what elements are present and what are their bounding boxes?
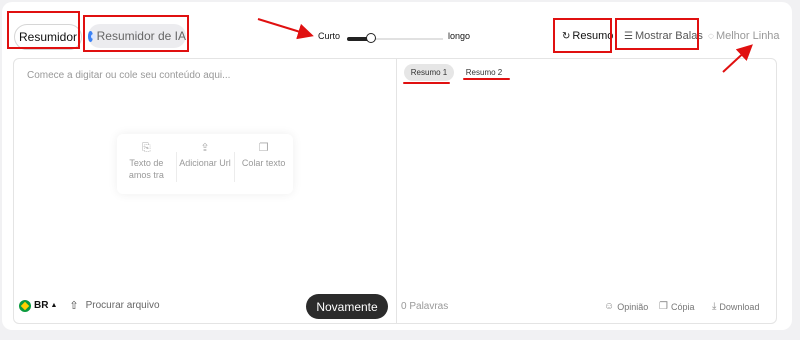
add-url-option[interactable]: ⇪ Adicionar Url	[175, 134, 235, 194]
length-slider-handle[interactable]	[366, 33, 376, 43]
copy-label: Cópia	[670, 301, 695, 312]
document-icon: ⎘	[141, 142, 151, 154]
summarizer-app: Resumidor Resumidor de IA Curto longo ↻ …	[2, 2, 792, 330]
summary-mode-button[interactable]: ↻ Resumo	[562, 30, 613, 42]
again-button[interactable]: Novamente	[306, 294, 388, 319]
ai-badge-icon	[88, 30, 96, 42]
tab-resumo-2-label: Resumo 2	[465, 68, 503, 77]
add-url-label: Adicionar Url	[179, 158, 231, 168]
download-label: Download	[719, 301, 760, 312]
link-upload-icon: ⇪	[200, 142, 210, 154]
tab-resumo-2[interactable]: Resumo 2	[460, 64, 508, 81]
list-icon: ☰	[624, 30, 633, 42]
length-short-label: Curto	[318, 31, 341, 41]
input-footer: BR ▲ ⇧ Procurar arquivo	[19, 299, 160, 312]
brazil-flag-icon	[19, 299, 31, 312]
tab-resumidor[interactable]: Resumidor	[14, 24, 82, 50]
copy-icon: ❐	[659, 301, 668, 312]
browse-file-link[interactable]: Procurar arquivo	[86, 300, 160, 311]
tab-ai-summarizer[interactable]: Resumidor de IA	[88, 24, 186, 48]
paste-text-option[interactable]: ❐ Colar texto	[234, 134, 293, 194]
paste-text-label: Colar texto	[241, 158, 286, 168]
panel-divider	[396, 59, 397, 323]
tab-resumidor-label: Resumidor	[18, 30, 78, 44]
copy-button[interactable]: ❐ Cópia	[659, 301, 694, 312]
feedback-button[interactable]: ☺ Opinião	[604, 301, 648, 312]
feedback-label: Opinião	[617, 301, 649, 312]
upload-icon[interactable]: ⇧	[69, 299, 78, 312]
best-line-mode-button[interactable]: ◌ Melhor Linha	[708, 30, 780, 42]
bullets-mode-label: Mostrar Balas	[634, 30, 703, 42]
sample-text-option[interactable]: ⎘ Texto de amos tra	[117, 134, 176, 194]
best-line-mode-label: Melhor Linha	[715, 30, 780, 42]
again-button-label: Novamente	[316, 299, 378, 314]
check-circle-icon: ◌	[708, 30, 714, 42]
tab-ai-summarizer-label: Resumidor de IA	[96, 29, 186, 43]
download-button[interactable]: ⤓ Download	[712, 301, 759, 312]
caret-up-icon[interactable]: ▲	[50, 302, 57, 309]
smiley-icon: ☺	[604, 301, 615, 312]
input-textarea-placeholder[interactable]: Comece a digitar ou cole seu conteúdo aq…	[27, 70, 230, 81]
tab-resumo-1[interactable]: Resumo 1	[404, 64, 454, 81]
tab-resumo-1-label: Resumo 1	[410, 68, 448, 77]
download-icon: ⤓	[712, 301, 717, 312]
length-slider[interactable]	[347, 33, 443, 43]
language-selector[interactable]: BR	[34, 300, 48, 311]
summary-icon: ↻	[562, 30, 571, 42]
input-options-card: ⎘ Texto de amos tra ⇪ Adicionar Url ❐ Co…	[117, 134, 293, 194]
editor-panels: Comece a digitar ou cole seu conteúdo aq…	[13, 58, 777, 324]
bullets-mode-button[interactable]: ☰ Mostrar Balas	[624, 30, 703, 42]
length-long-label: longo	[448, 31, 471, 41]
sample-text-label: Texto de amos tra	[128, 158, 164, 180]
clipboard-icon: ❐	[258, 142, 269, 154]
word-count: 0 Palavras	[401, 301, 449, 312]
summary-mode-label: Resumo	[572, 30, 614, 42]
